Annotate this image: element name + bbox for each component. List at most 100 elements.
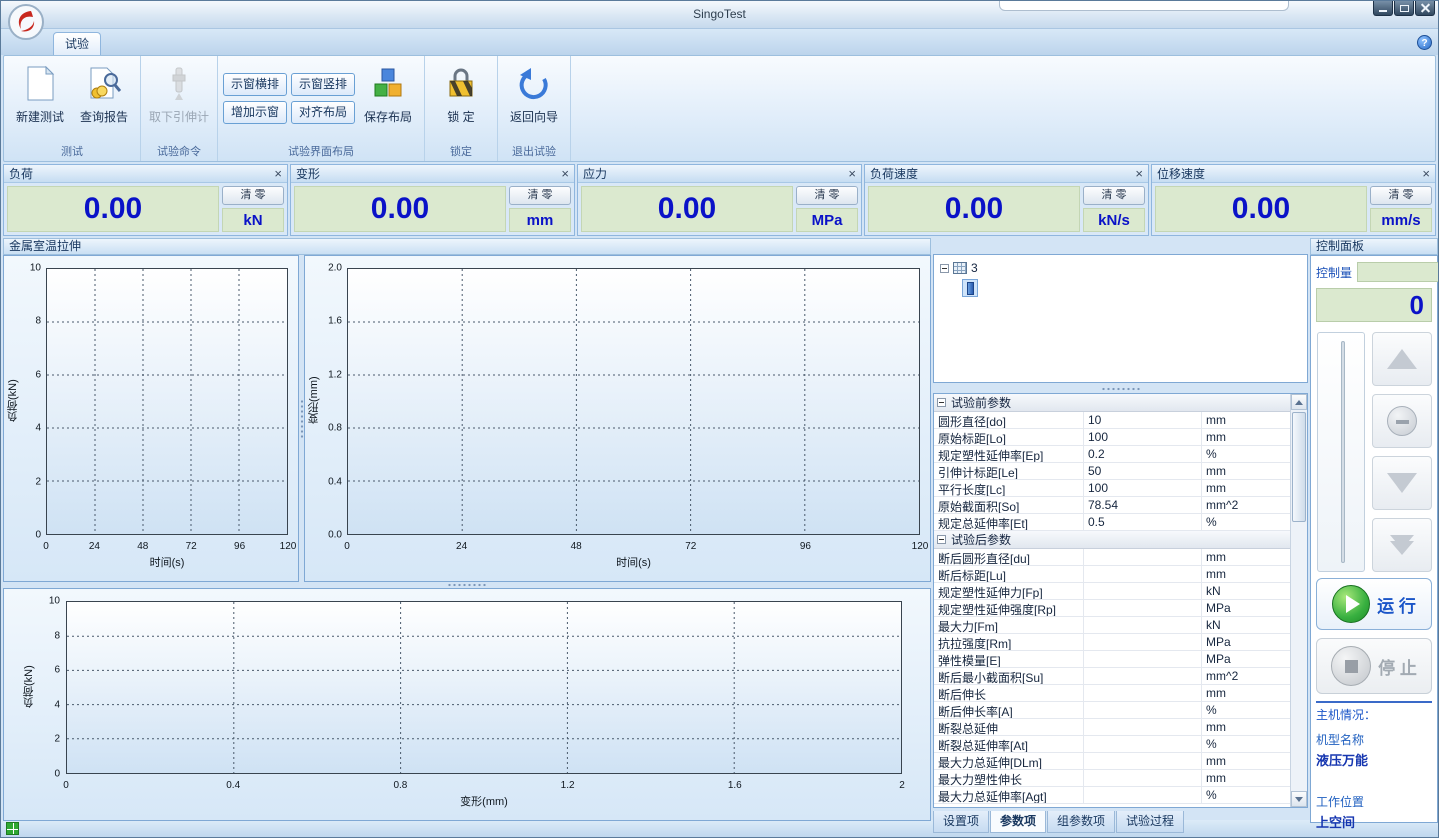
param-row[interactable]: 圆形直径[do]10mm (934, 412, 1290, 429)
maximize-button[interactable] (1394, 1, 1414, 16)
param-value[interactable]: 0.5 (1084, 514, 1202, 530)
param-name: 原始截面积[So] (934, 497, 1084, 513)
param-row[interactable]: 规定总延伸率[Et]0.5% (934, 514, 1290, 531)
param-value[interactable] (1084, 600, 1202, 616)
param-row[interactable]: 规定塑性延伸力[Fp]kN (934, 583, 1290, 600)
param-row[interactable]: 最大力总延伸[DLm]mm (934, 753, 1290, 770)
param-value[interactable] (1084, 651, 1202, 667)
gauge-value: 0.00 (294, 186, 506, 232)
clear-zero-button[interactable]: 清 零 (222, 186, 284, 205)
titlebar-search-box[interactable] (999, 1, 1289, 11)
param-name: 规定总延伸率[Et] (934, 514, 1084, 530)
scroll-up-button[interactable] (1291, 394, 1307, 410)
add-window-button[interactable]: 增加示窗 (223, 101, 287, 124)
param-value[interactable] (1084, 634, 1202, 650)
minimize-button[interactable] (1373, 1, 1393, 16)
tab-3[interactable]: 试验过程 (1116, 811, 1184, 833)
tab-0[interactable]: 设置项 (933, 811, 989, 833)
param-value[interactable] (1084, 549, 1202, 565)
collapse-icon[interactable] (937, 398, 946, 407)
param-group-header[interactable]: 试验前参数 (934, 394, 1290, 412)
param-value[interactable] (1084, 736, 1202, 752)
param-row[interactable]: 断后圆形直径[du]mm (934, 549, 1290, 566)
param-row[interactable]: 抗拉强度[Rm]MPa (934, 634, 1290, 651)
close-icon[interactable]: × (561, 167, 569, 181)
param-row[interactable]: 断后伸长mm (934, 685, 1290, 702)
jog-up-button[interactable] (1372, 332, 1432, 386)
new-document-icon (21, 65, 59, 103)
app-logo-icon[interactable] (7, 3, 45, 41)
param-value[interactable]: 0.2 (1084, 446, 1202, 462)
param-row[interactable]: 弹性模量[E]MPa (934, 651, 1290, 668)
param-row[interactable]: 断后标距[Lu]mm (934, 566, 1290, 583)
param-row[interactable]: 规定塑性延伸率[Ep]0.2% (934, 446, 1290, 463)
param-value[interactable] (1084, 719, 1202, 735)
tab-test[interactable]: 试验 (53, 32, 101, 55)
param-row[interactable]: 规定塑性延伸强度[Rp]MPa (934, 600, 1290, 617)
close-icon[interactable]: × (274, 167, 282, 181)
scroll-down-button[interactable] (1291, 791, 1307, 807)
param-value[interactable] (1084, 566, 1202, 582)
param-row[interactable]: 原始标距[Lo]100mm (934, 429, 1290, 446)
jog-down-button[interactable] (1372, 456, 1432, 510)
param-value[interactable]: 10 (1084, 412, 1202, 428)
tree-specimen-item[interactable] (962, 279, 978, 297)
param-value[interactable]: 78.54 (1084, 497, 1202, 513)
collapse-icon[interactable] (937, 535, 946, 544)
param-row[interactable]: 最大力[Fm]kN (934, 617, 1290, 634)
param-row[interactable]: 平行长度[Lc]100mm (934, 480, 1290, 497)
param-row[interactable]: 断后最小截面积[Su]mm^2 (934, 668, 1290, 685)
query-report-button[interactable]: 查询报告 (73, 60, 135, 144)
remove-extensometer-button[interactable]: 取下引伸计 (146, 60, 212, 144)
param-value[interactable] (1084, 668, 1202, 684)
clear-zero-button[interactable]: 清 零 (796, 186, 858, 205)
param-value[interactable] (1084, 583, 1202, 599)
param-value[interactable] (1084, 770, 1202, 786)
panel-splitter[interactable] (933, 385, 1308, 392)
return-wizard-button[interactable]: 返回向导 (503, 60, 565, 144)
param-row[interactable]: 断裂总延伸mm (934, 719, 1290, 736)
speed-slider[interactable] (1317, 332, 1365, 572)
param-row[interactable]: 原始截面积[So]78.54mm^2 (934, 497, 1290, 514)
param-value[interactable] (1084, 617, 1202, 633)
clear-zero-button[interactable]: 清 零 (1370, 186, 1432, 205)
align-layout-button[interactable]: 对齐布局 (291, 101, 355, 124)
param-row[interactable]: 断裂总延伸率[At]% (934, 736, 1290, 753)
param-row[interactable]: 断后伸长率[A]% (934, 702, 1290, 719)
save-layout-button[interactable]: 保存布局 (357, 60, 419, 144)
param-value[interactable]: 50 (1084, 463, 1202, 479)
param-row[interactable]: 最大力总延伸率[Agt]% (934, 787, 1290, 804)
param-value[interactable]: 100 (1084, 480, 1202, 496)
close-icon[interactable]: × (848, 167, 856, 181)
tree-root-item[interactable]: 3 (940, 260, 1301, 276)
close-icon[interactable]: × (1135, 167, 1143, 181)
layout-grid-icon[interactable] (6, 822, 19, 835)
close-button[interactable] (1415, 1, 1435, 16)
param-value[interactable] (1084, 685, 1202, 701)
param-value[interactable] (1084, 702, 1202, 718)
help-icon[interactable]: ? (1417, 35, 1432, 50)
param-value[interactable] (1084, 787, 1202, 803)
scrollbar-thumb[interactable] (1292, 412, 1306, 522)
param-value[interactable]: 100 (1084, 429, 1202, 445)
stop-button[interactable]: 停 止 (1316, 638, 1432, 694)
jog-pause-button[interactable] (1372, 394, 1432, 448)
windows-vertical-button[interactable]: 示窗竖排 (291, 73, 355, 96)
windows-horizontal-button[interactable]: 示窗横排 (223, 73, 287, 96)
param-value[interactable] (1084, 753, 1202, 769)
run-button[interactable]: 运 行 (1316, 578, 1432, 630)
new-test-button[interactable]: 新建测试 (9, 60, 71, 144)
lock-button[interactable]: 锁 定 (430, 60, 492, 144)
param-group-header[interactable]: 试验后参数 (934, 531, 1290, 549)
collapse-icon[interactable] (940, 264, 949, 273)
param-row[interactable]: 最大力塑性伸长mm (934, 770, 1290, 787)
tab-1[interactable]: 参数项 (990, 811, 1046, 833)
tab-2[interactable]: 组参数项 (1047, 811, 1115, 833)
control-quantity-input[interactable] (1357, 262, 1439, 282)
param-row[interactable]: 引伸计标距[Le]50mm (934, 463, 1290, 480)
clear-zero-button[interactable]: 清 零 (509, 186, 571, 205)
close-icon[interactable]: × (1422, 167, 1430, 181)
clear-zero-button[interactable]: 清 零 (1083, 186, 1145, 205)
jog-fast-down-button[interactable] (1372, 518, 1432, 572)
params-scrollbar[interactable] (1290, 394, 1307, 807)
